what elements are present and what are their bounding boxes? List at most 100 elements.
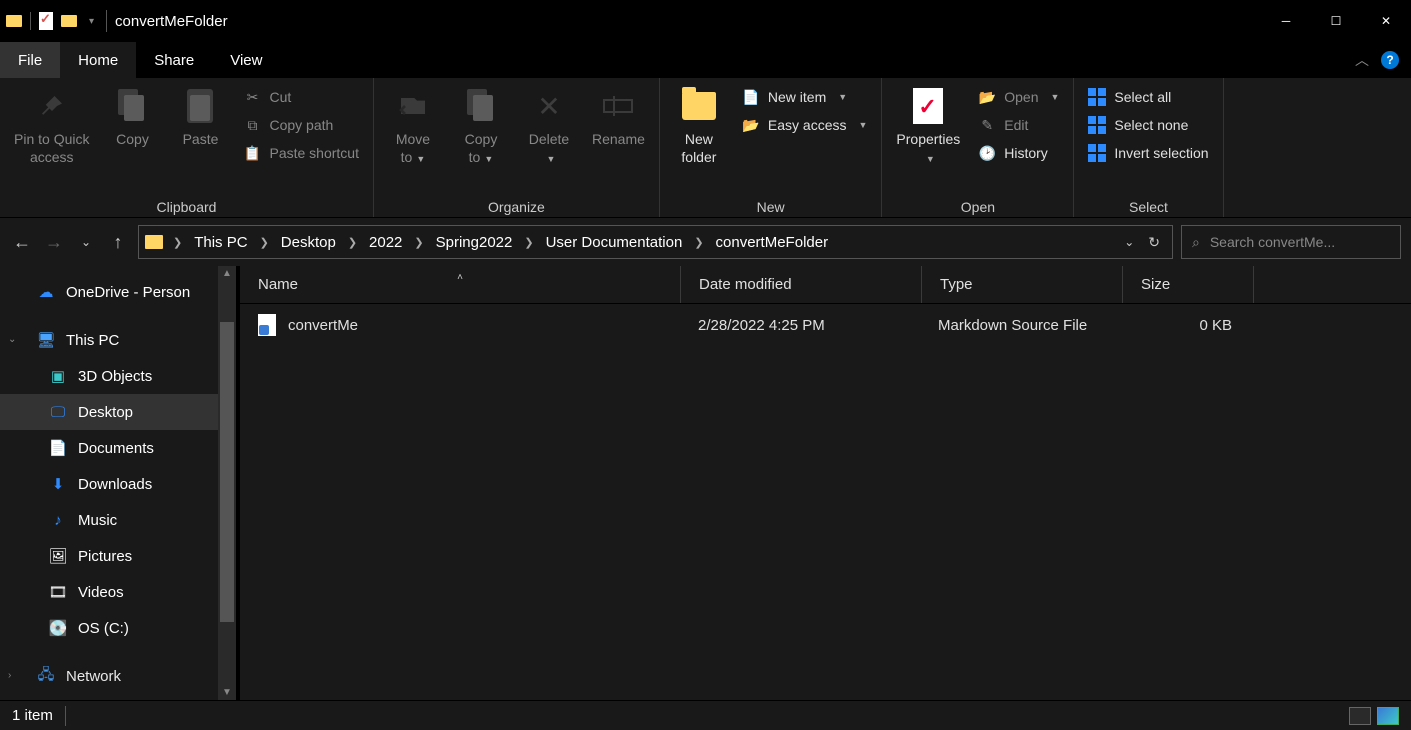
history-icon: 🕑 xyxy=(978,144,996,162)
search-input[interactable]: ⌕ Search convertMe... xyxy=(1181,225,1401,259)
chevron-right-icon[interactable]: ❯ xyxy=(520,236,537,249)
breadcrumb-item[interactable]: Spring2022 xyxy=(434,234,515,251)
breadcrumb-item[interactable]: convertMeFolder xyxy=(714,234,831,251)
ribbon-group-open: Properties▼ 📂 Open▼ ✎ Edit 🕑 History Ope… xyxy=(882,78,1074,217)
select-all-button[interactable]: Select all xyxy=(1084,86,1212,108)
minimize-button[interactable]: ─ xyxy=(1261,0,1311,42)
breadcrumb-item[interactable]: 2022 xyxy=(367,234,404,251)
easy-access-icon: 📂 xyxy=(742,116,760,134)
forward-button[interactable]: → xyxy=(42,232,66,253)
copy-path-button[interactable]: ⧉ Copy path xyxy=(239,114,363,136)
maximize-button[interactable]: ☐ xyxy=(1311,0,1361,42)
back-button[interactable]: ← xyxy=(10,232,34,253)
details-view-button[interactable] xyxy=(1349,707,1371,725)
column-name[interactable]: Name ˄ xyxy=(240,276,680,293)
tab-view[interactable]: View xyxy=(212,42,280,78)
column-size[interactable]: Size xyxy=(1123,276,1253,293)
chevron-right-icon[interactable]: ❯ xyxy=(690,236,707,249)
file-name: convertMe xyxy=(288,317,358,334)
nav-downloads[interactable]: ⬇ Downloads xyxy=(0,466,236,502)
up-button[interactable]: ↑ xyxy=(106,232,130,253)
separator xyxy=(65,706,66,726)
chevron-right-icon[interactable]: ❯ xyxy=(410,236,427,249)
quick-access-toolbar: ▾ xyxy=(6,12,98,30)
breadcrumb-item[interactable]: This PC xyxy=(192,234,249,251)
tab-share[interactable]: Share xyxy=(136,42,212,78)
delete-button[interactable]: ✕ Delete▼ xyxy=(520,84,578,170)
drive-icon: 💽 xyxy=(48,619,68,637)
edit-button[interactable]: ✎ Edit xyxy=(974,114,1063,136)
qat-customize-icon[interactable]: ▾ xyxy=(85,16,98,27)
documents-icon: 📄 xyxy=(48,439,68,457)
nav-onedrive[interactable]: ☁ OneDrive - Person xyxy=(0,274,236,310)
paste-shortcut-button[interactable]: 📋 Paste shortcut xyxy=(239,142,363,164)
file-row[interactable]: convertMe 2/28/2022 4:25 PM Markdown Sou… xyxy=(240,304,1411,346)
move-to-button[interactable]: Move to▼ xyxy=(384,84,442,170)
open-button[interactable]: 📂 Open▼ xyxy=(974,86,1063,108)
chevron-right-icon[interactable]: ❯ xyxy=(256,236,273,249)
invert-selection-button[interactable]: Invert selection xyxy=(1084,142,1212,164)
new-item-button[interactable]: 📄 New item▼ xyxy=(738,86,872,108)
nav-this-pc[interactable]: ⌄ 🖥 This PC xyxy=(0,322,236,358)
new-folder-qat-icon[interactable] xyxy=(61,15,77,27)
large-icons-view-button[interactable] xyxy=(1377,707,1399,725)
properties-button[interactable]: Properties▼ xyxy=(892,84,964,170)
chevron-right-icon[interactable]: ❯ xyxy=(344,236,361,249)
nav-os-drive[interactable]: 💽 OS (C:) xyxy=(0,610,236,646)
column-date[interactable]: Date modified xyxy=(681,276,921,293)
desktop-icon: 🖵 xyxy=(48,403,68,421)
select-none-button[interactable]: Select none xyxy=(1084,114,1212,136)
rename-button[interactable]: Rename xyxy=(588,84,649,152)
nav-pictures[interactable]: 🖼 Pictures xyxy=(0,538,236,574)
cube-icon: ▣ xyxy=(48,367,68,385)
scroll-up-icon[interactable]: ▲ xyxy=(218,268,236,279)
refresh-button[interactable]: ↻ xyxy=(1148,234,1160,251)
file-type: Markdown Source File xyxy=(920,317,1120,334)
nav-videos[interactable]: 🎞 Videos xyxy=(0,574,236,610)
chevron-right-icon[interactable]: ❯ xyxy=(169,236,186,249)
select-none-icon xyxy=(1088,116,1106,134)
nav-3d-objects[interactable]: ▣ 3D Objects xyxy=(0,358,236,394)
breadcrumb-item[interactable]: Desktop xyxy=(279,234,338,251)
nav-network[interactable]: › 🖧 Network xyxy=(0,658,236,694)
copy-button[interactable]: Copy xyxy=(103,84,161,152)
folder-icon[interactable] xyxy=(6,15,22,27)
body: ☁ OneDrive - Person ⌄ 🖥 This PC ▣ 3D Obj… xyxy=(0,266,1411,700)
new-folder-button[interactable]: New folder xyxy=(670,84,728,170)
history-button[interactable]: 🕑 History xyxy=(974,142,1063,164)
collapse-ribbon-icon[interactable]: ︿ xyxy=(1355,50,1369,70)
breadcrumb-item[interactable]: User Documentation xyxy=(544,234,685,251)
tab-file[interactable]: File xyxy=(0,42,60,78)
nav-documents[interactable]: 📄 Documents xyxy=(0,430,236,466)
paste-button[interactable]: Paste xyxy=(171,84,229,152)
file-list-pane: Name ˄ Date modified Type Size convertMe… xyxy=(240,266,1411,700)
tab-home[interactable]: Home xyxy=(60,42,136,78)
pin-to-quick-access-button[interactable]: Pin to Quick access xyxy=(10,84,93,170)
nav-scrollbar[interactable]: ▲ ▼ xyxy=(218,266,236,700)
scrollbar-thumb[interactable] xyxy=(220,322,234,622)
separator xyxy=(30,12,31,30)
videos-icon: 🎞 xyxy=(48,583,68,601)
chevron-down-icon[interactable]: ⌄ xyxy=(8,334,16,345)
ribbon-tabs: File Home Share View ︿ ? xyxy=(0,42,1411,78)
recent-locations-button[interactable]: ⌄ xyxy=(74,235,98,249)
edit-icon: ✎ xyxy=(978,116,996,134)
address-bar[interactable]: ❯ This PC ❯ Desktop ❯ 2022 ❯ Spring2022 … xyxy=(138,225,1173,259)
chevron-right-icon[interactable]: › xyxy=(8,670,11,681)
address-dropdown-button[interactable]: ⌄ xyxy=(1124,235,1134,249)
scroll-down-icon[interactable]: ▼ xyxy=(218,687,236,698)
file-size: 0 KB xyxy=(1120,317,1250,334)
copy-to-button[interactable]: Copy to▼ xyxy=(452,84,510,170)
ribbon-group-select: Select all Select none Invert selection … xyxy=(1074,78,1223,217)
copy-path-icon: ⧉ xyxy=(243,116,261,134)
properties-qat-icon[interactable] xyxy=(39,12,53,30)
paste-shortcut-icon: 📋 xyxy=(243,144,261,162)
easy-access-button[interactable]: 📂 Easy access▼ xyxy=(738,114,872,136)
title-bar: ▾ convertMeFolder ─ ☐ ✕ xyxy=(0,0,1411,42)
nav-desktop[interactable]: 🖵 Desktop xyxy=(0,394,236,430)
help-icon[interactable]: ? xyxy=(1381,51,1399,69)
close-button[interactable]: ✕ xyxy=(1361,0,1411,42)
column-type[interactable]: Type xyxy=(922,276,1122,293)
cut-button[interactable]: ✂ Cut xyxy=(239,86,363,108)
nav-music[interactable]: ♪ Music xyxy=(0,502,236,538)
